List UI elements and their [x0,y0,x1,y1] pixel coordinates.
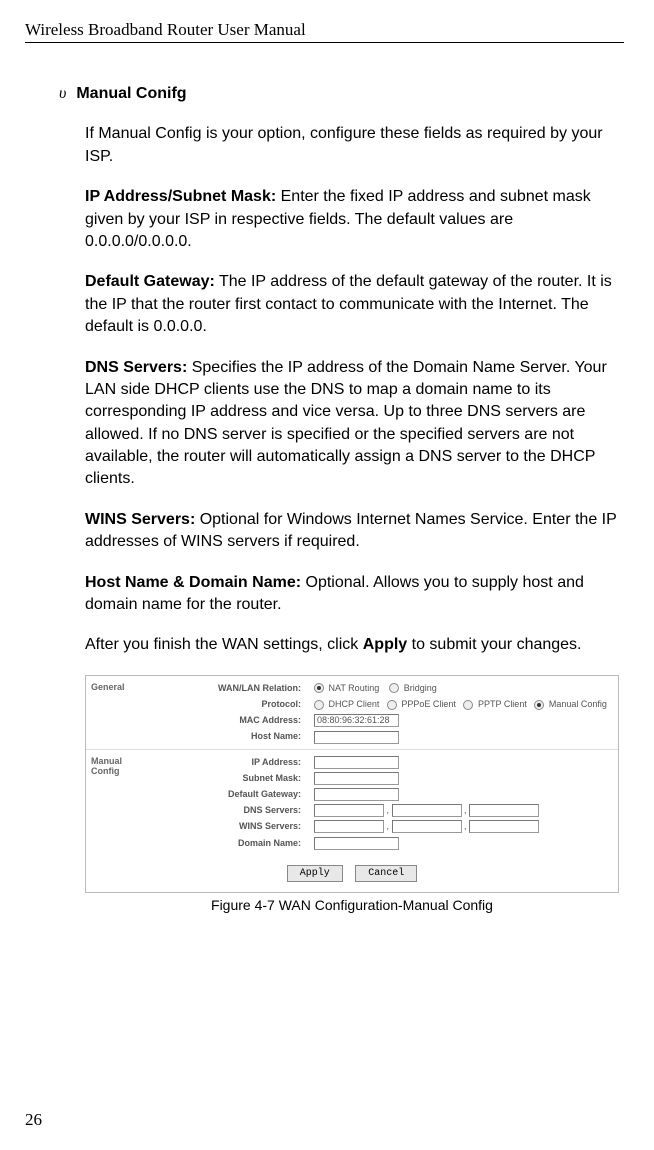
input-wins2[interactable] [392,820,462,833]
input-subnet[interactable] [314,772,399,785]
fig-label-subnet: Subnet Mask: [156,770,301,786]
radio-pptp[interactable] [463,700,473,710]
bullet-icon: υ [59,83,66,105]
text-apply-bold: Apply [363,636,407,653]
radio-manual[interactable] [534,700,544,710]
paragraph-intro: If Manual Config is your option, configu… [85,123,619,168]
fig-label-proto: Protocol: [156,696,301,712]
input-host[interactable] [314,731,399,744]
fig-label-wanlan: WAN/LAN Relation: [156,680,301,696]
radio-label-pppoe: PPPoE Client [401,699,456,709]
fig-label-domain: Domain Name: [156,835,301,851]
input-wins3[interactable] [469,820,539,833]
radio-label-nat: NAT Routing [329,683,380,693]
input-dns1[interactable] [314,804,384,817]
fig-label-ip: IP Address: [156,754,301,770]
figure-section-manual: Manual Config [86,750,154,855]
paragraph-hostdomain: Host Name & Domain Name: Optional. Allow… [85,572,619,617]
text-dns: Specifies the IP address of the Domain N… [85,359,607,488]
paragraph-ip: IP Address/Subnet Mask: Enter the fixed … [85,186,619,253]
radio-label-pptp: PPTP Client [478,699,527,709]
radio-label-bridge: Bridging [404,683,437,693]
input-mac[interactable]: 08:80:96:32:61:28 [314,714,399,727]
radio-nat[interactable] [314,683,324,693]
input-gateway[interactable] [314,788,399,801]
fig-label-mac: MAC Address: [156,712,301,728]
radio-bridge[interactable] [389,683,399,693]
label-dns: DNS Servers: [85,359,187,376]
radio-pppoe[interactable] [387,700,397,710]
section-title-text: Manual Conifg [76,83,186,105]
fig-label-host: Host Name: [156,728,301,744]
figure-caption: Figure 4-7 WAN Configuration-Manual Conf… [85,897,619,913]
paragraph-gateway: Default Gateway: The IP address of the d… [85,271,619,338]
paragraph-wins: WINS Servers: Optional for Windows Inter… [85,509,619,554]
apply-button[interactable]: Apply [287,865,343,882]
input-wins1[interactable] [314,820,384,833]
figure-labels-manual: IP Address: Subnet Mask: Default Gateway… [154,750,309,855]
fig-label-wins: WINS Servers: [156,818,301,834]
section-heading: υ Manual Conifg [59,83,619,105]
input-dns3[interactable] [469,804,539,817]
label-wins: WINS Servers: [85,511,195,528]
radio-label-manual: Manual Config [549,699,607,709]
fig-label-dns: DNS Servers: [156,802,301,818]
input-dns2[interactable] [392,804,462,817]
page-number: 26 [25,1110,42,1130]
label-hostdomain: Host Name & Domain Name: [85,574,301,591]
input-ip[interactable] [314,756,399,769]
label-ip-subnet: IP Address/Subnet Mask: [85,188,276,205]
paragraph-apply: After you finish the WAN settings, click… [85,634,619,656]
input-domain[interactable] [314,837,399,850]
figure-labels-general: WAN/LAN Relation: Protocol: MAC Address:… [154,676,309,749]
fig-label-gateway: Default Gateway: [156,786,301,802]
figure-section-general: General [86,676,154,749]
cancel-button[interactable]: Cancel [355,865,417,882]
text-apply-post: to submit your changes. [407,636,581,653]
text-apply-pre: After you finish the WAN settings, click [85,636,363,653]
document-header: Wireless Broadband Router User Manual [25,20,624,43]
radio-dhcp[interactable] [314,700,324,710]
radio-label-dhcp: DHCP Client [329,699,380,709]
label-gateway: Default Gateway: [85,273,215,290]
paragraph-dns: DNS Servers: Specifies the IP address of… [85,357,619,491]
figure-wan-config: General WAN/LAN Relation: Protocol: MAC … [85,675,619,893]
